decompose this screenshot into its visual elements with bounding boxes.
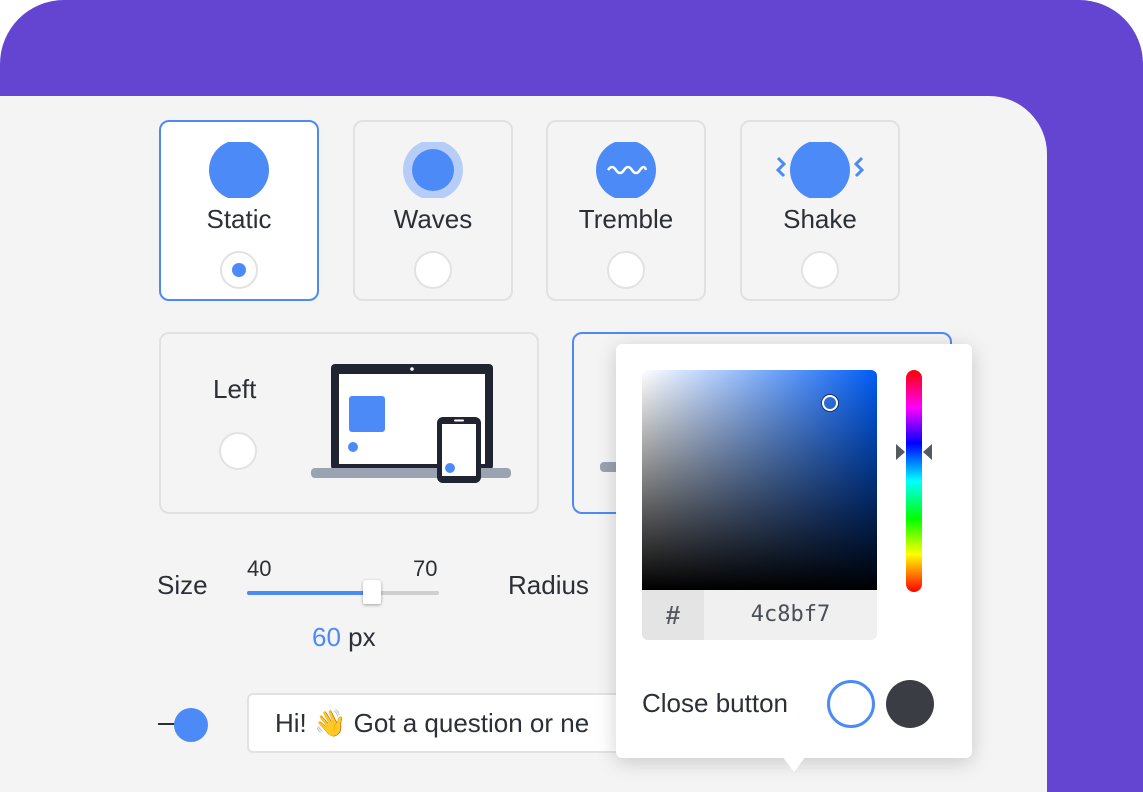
popover-caret: [782, 756, 806, 772]
animation-option-tremble[interactable]: Tremble: [546, 120, 706, 301]
animation-option-waves[interactable]: Waves: [353, 120, 513, 301]
hue-pointer-left-icon[interactable]: [896, 444, 905, 460]
animation-radio-shake[interactable]: [801, 251, 839, 289]
saturation-handle[interactable]: [822, 395, 838, 411]
animation-radio-tremble[interactable]: [607, 251, 645, 289]
phone-icon: [437, 417, 481, 483]
hue-pointer-right-icon[interactable]: [923, 444, 932, 460]
greeting-input[interactable]: Hi! 👋 Got a question or ne: [247, 693, 667, 753]
hex-input[interactable]: 4c8bf7: [704, 590, 877, 640]
animation-radio-waves[interactable]: [414, 251, 452, 289]
position-label-left: Left: [213, 374, 257, 404]
position-option-left[interactable]: Left: [159, 332, 539, 514]
size-slider-thumb[interactable]: [363, 580, 381, 604]
animation-label-static: Static: [206, 204, 272, 234]
animation-label-shake: Shake: [783, 204, 857, 234]
animation-radio-static[interactable]: [220, 251, 258, 289]
shake-icon: [775, 142, 865, 198]
animation-option-shake[interactable]: Shake: [740, 120, 900, 301]
size-value-unit: px: [348, 622, 376, 652]
hash-symbol: #: [642, 590, 704, 640]
animation-label-tremble: Tremble: [578, 204, 674, 234]
close-button-label: Close button: [642, 688, 788, 718]
circle-icon: [209, 142, 269, 198]
tremble-wave-icon: [596, 142, 656, 198]
animation-option-static[interactable]: Static: [159, 120, 319, 301]
color-picker-popover: # 4c8bf7 Close button: [616, 344, 972, 758]
greeting-toggle-knob[interactable]: [174, 708, 208, 742]
size-slider-fill: [247, 591, 372, 595]
close-button-light-swatch[interactable]: [827, 680, 875, 728]
size-label: Size: [157, 570, 208, 600]
position-radio-left[interactable]: [219, 432, 257, 470]
hex-input-row: # 4c8bf7: [642, 590, 877, 640]
size-max-label: 70: [413, 556, 438, 581]
radius-label: Radius: [508, 570, 589, 600]
size-min-label: 40: [247, 556, 272, 581]
waves-circle-icon: [403, 142, 463, 198]
saturation-value-picker[interactable]: [642, 370, 877, 590]
animation-label-waves: Waves: [393, 204, 473, 234]
hue-slider[interactable]: [906, 370, 922, 592]
close-button-dark-swatch[interactable]: [886, 680, 934, 728]
size-value-number: 60: [312, 622, 341, 652]
size-value: 60 px: [312, 622, 376, 653]
